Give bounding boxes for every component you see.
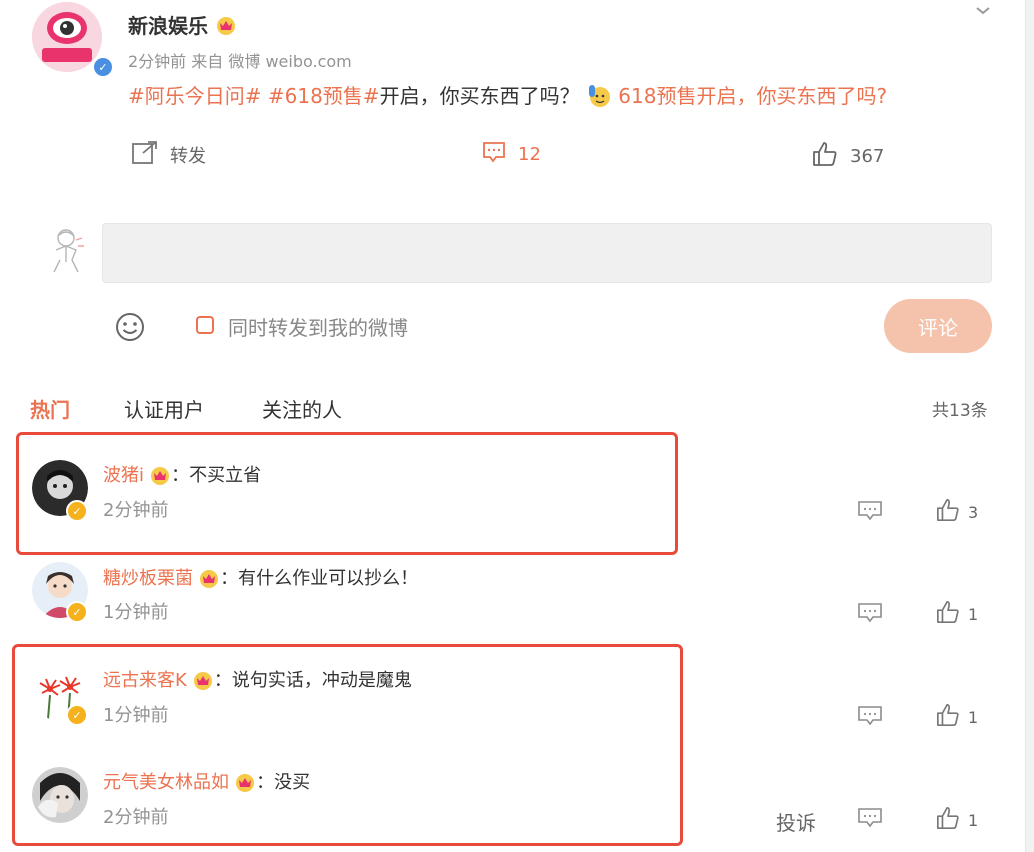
comment-like-button[interactable]: 3 <box>936 498 978 526</box>
verified-badge-icon: ✓ <box>92 56 114 78</box>
post-link[interactable]: 618预售开启，你买东西了吗? <box>618 84 887 108</box>
comment-text: 有什么作业可以抄么！ <box>238 568 419 589</box>
comment-textarea[interactable] <box>102 223 992 283</box>
tab-hot[interactable]: 热门 <box>30 394 70 423</box>
comment-text: 说句实话，冲动是魔鬼 <box>231 670 412 691</box>
reply-icon[interactable] <box>858 602 882 628</box>
author-avatar[interactable] <box>32 2 102 72</box>
repost-checkbox-label[interactable]: 同时转发到我的微博 <box>228 312 408 341</box>
emoji-picker-icon[interactable] <box>114 311 146 347</box>
post-body: #阿乐今日问# #618预售#开启，你买东西了吗？ 618预售开启，你买东西了吗… <box>128 80 887 113</box>
crown-icon <box>149 465 171 489</box>
verified-badge-icon: ✓ <box>66 500 88 522</box>
verified-badge-icon: ✓ <box>66 704 88 726</box>
comment-like-count: 3 <box>968 502 979 522</box>
crown-icon <box>215 15 237 40</box>
crown-icon <box>198 568 220 592</box>
share-icon <box>132 140 158 169</box>
repost-button[interactable]: 转发 <box>132 140 206 169</box>
repost-checkbox[interactable] <box>196 316 214 334</box>
chevron-down-icon[interactable] <box>976 0 990 15</box>
comment-like-count: 1 <box>968 604 979 624</box>
thumbs-up-icon <box>936 703 960 731</box>
comment-username[interactable]: 远古来客K <box>103 670 187 691</box>
hashtag-link[interactable]: #阿乐今日问# <box>128 84 262 108</box>
comment-count: 12 <box>518 144 541 165</box>
tab-following[interactable]: 关注的人 <box>262 394 342 423</box>
crown-icon <box>234 772 256 796</box>
comment-like-count: 1 <box>968 707 979 727</box>
comment-text: 没买 <box>274 772 311 793</box>
comment-time: 2分钟前 <box>103 807 169 828</box>
comment-text: 不买立省 <box>189 465 262 486</box>
comment-avatar[interactable] <box>32 767 88 823</box>
scrollbar[interactable] <box>1025 0 1034 852</box>
comment-like-button[interactable]: 1 <box>936 600 978 628</box>
comment-username[interactable]: 波猪i <box>103 465 144 486</box>
thumbs-up-icon <box>936 806 960 834</box>
reply-icon[interactable] <box>858 807 882 833</box>
crown-icon <box>192 670 214 694</box>
verified-badge-icon: ✓ <box>66 601 88 623</box>
thumbs-up-icon <box>812 141 838 172</box>
my-avatar[interactable] <box>44 226 88 276</box>
emoji-raise-hand-icon <box>586 82 612 113</box>
comment-username[interactable]: 糖炒板栗菌 <box>103 568 193 589</box>
reply-icon[interactable] <box>858 705 882 731</box>
comment-time: 1分钟前 <box>103 705 169 726</box>
comment-content: 波猪i ：不买立省 <box>103 461 261 489</box>
reply-icon[interactable] <box>858 500 882 526</box>
like-button[interactable]: 367 <box>812 141 884 172</box>
comment-time: 2分钟前 <box>103 500 169 521</box>
comment-like-button[interactable]: 1 <box>936 806 978 834</box>
comment-icon <box>482 140 506 169</box>
like-count: 367 <box>850 146 885 167</box>
hashtag-link[interactable]: #618预售# <box>268 84 380 108</box>
submit-comment-button[interactable]: 评论 <box>884 299 992 353</box>
report-link[interactable]: 投诉 <box>776 807 816 836</box>
highlight-box <box>16 432 678 555</box>
comment-username[interactable]: 元气美女林品如 <box>103 772 229 793</box>
post-meta: 2分钟前 来自 微博 weibo.com <box>128 52 352 71</box>
comment-content: 远古来客K ：说句实话，冲动是魔鬼 <box>103 666 412 694</box>
post-author[interactable]: 新浪娱乐 <box>128 10 237 40</box>
comment-like-count: 1 <box>968 810 979 830</box>
comment-content: 糖炒板栗菌 ：有什么作业可以抄么！ <box>103 564 418 592</box>
comment-button[interactable]: 12 <box>482 140 541 169</box>
comment-like-button[interactable]: 1 <box>936 703 978 731</box>
post-text: 开启，你买东西了吗？ <box>379 84 580 108</box>
thumbs-up-icon <box>936 600 960 628</box>
comment-content: 元气美女林品如 ：没买 <box>103 768 310 796</box>
repost-label: 转发 <box>170 145 206 167</box>
tab-verified-users[interactable]: 认证用户 <box>124 394 204 423</box>
comment-total: 共13条 <box>932 401 988 421</box>
thumbs-up-icon <box>936 498 960 526</box>
comment-time: 1分钟前 <box>103 602 169 623</box>
